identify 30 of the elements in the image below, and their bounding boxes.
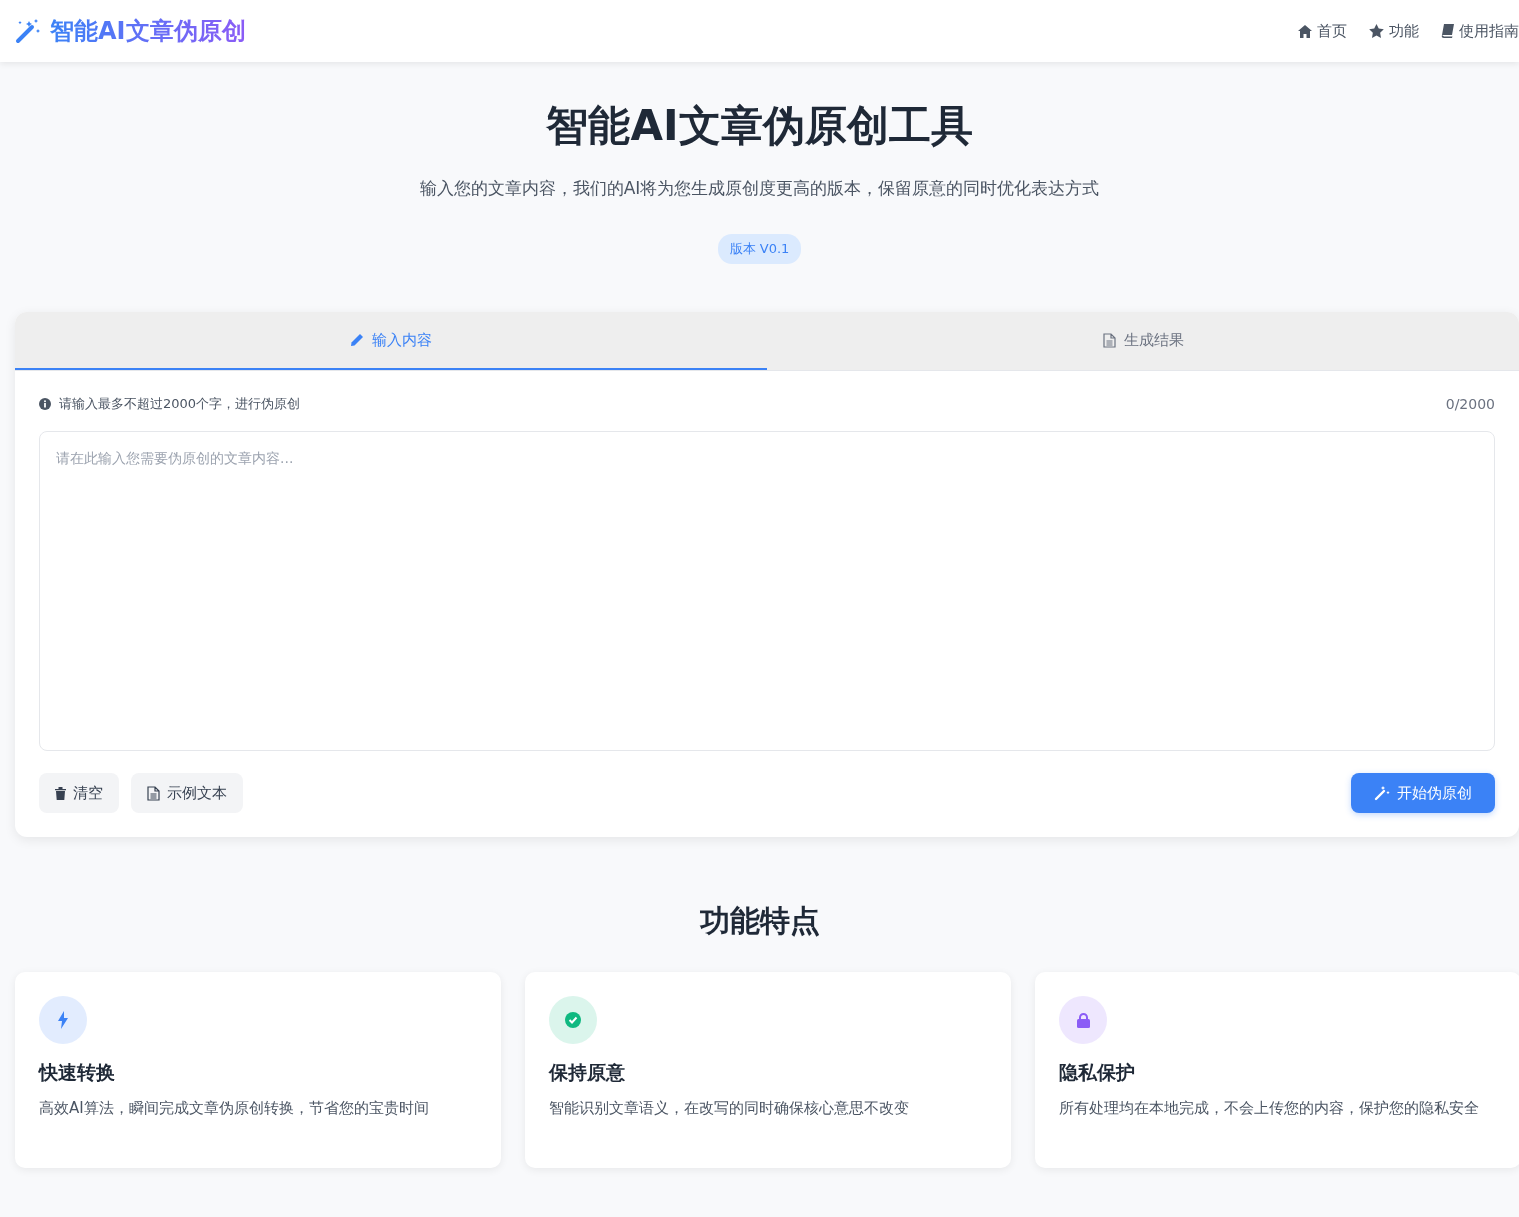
nav-link[interactable]: 功能: [1369, 21, 1419, 41]
input-hint: 请输入最多不超过2000个字，进行伪原创: [59, 395, 301, 413]
action-button[interactable]: 清空: [39, 773, 119, 813]
pencil-icon: [350, 333, 364, 347]
feature-title: 快速转换: [39, 1060, 116, 1085]
feature-description: 高效AI算法，瞬间完成文章伪原创转换，节省您的宝贵时间: [39, 1098, 430, 1119]
action-button[interactable]: 示例文本: [131, 773, 243, 813]
page-title: 智能AI文章伪原创工具: [546, 100, 973, 152]
tab[interactable]: 生成结果: [767, 312, 1519, 370]
start-rewrite-button[interactable]: 开始伪原创: [1351, 773, 1495, 813]
magic-wand-icon: [14, 17, 42, 45]
feature-description: 所有处理均在本地完成，不会上传您的内容，保护您的隐私安全: [1059, 1098, 1480, 1119]
feature-description: 智能识别文章语义，在改写的同时确保核心意思不改变: [549, 1098, 910, 1119]
feature-title: 隐私保护: [1059, 1060, 1136, 1085]
nav-link[interactable]: 首页: [1298, 21, 1347, 41]
character-counter: 0/2000: [1445, 396, 1495, 412]
home-icon: [1298, 24, 1312, 38]
trash-icon: [55, 786, 66, 800]
nav-link[interactable]: 使用指南: [1441, 21, 1519, 41]
version-badge: 版本 V0.1: [717, 234, 802, 264]
magic-wand-icon: [1374, 785, 1390, 801]
feature-title: 保持原意: [549, 1060, 626, 1085]
section-heading: 功能特点: [698, 902, 821, 940]
document-icon: [147, 785, 160, 801]
info-icon: [39, 398, 51, 410]
page-subtitle: 输入您的文章内容，我们的AI将为您生成原创度更高的版本，保留原意的同时优化表达方式: [419, 177, 1100, 200]
document-icon: [1102, 332, 1116, 348]
book-icon: [1441, 24, 1454, 38]
article-input-field[interactable]: 请在此输入您需要伪原创的文章内容...: [39, 431, 1495, 751]
star-icon: [1369, 24, 1384, 38]
